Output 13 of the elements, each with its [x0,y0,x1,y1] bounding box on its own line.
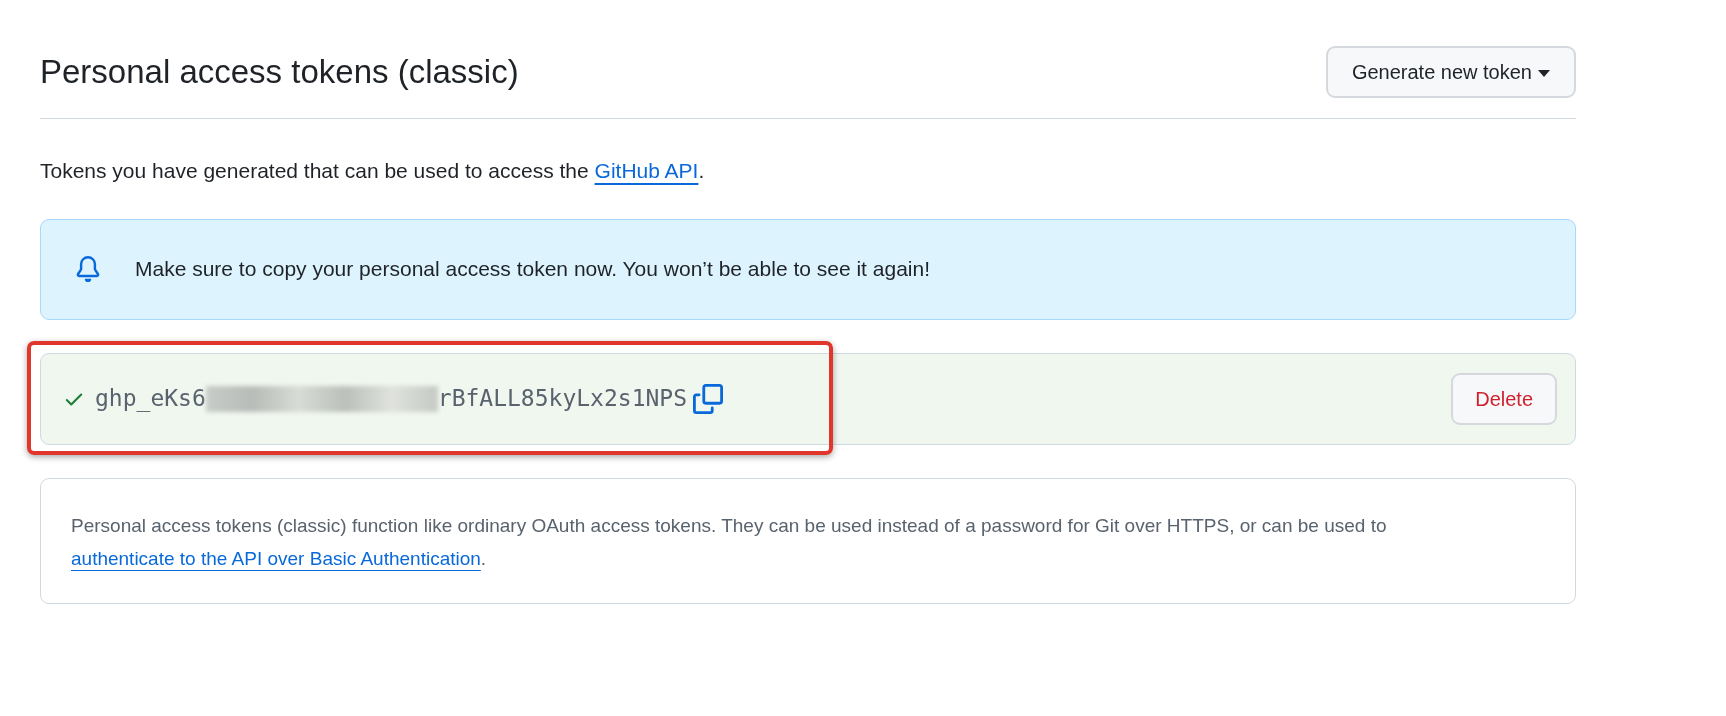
token-text: rBfALL85kyLx2s1NPS [437,384,688,414]
delete-button[interactable]: Delete [1451,372,1557,425]
bell-icon [75,255,101,283]
caret-icon [1538,70,1550,78]
api-link[interactable]: GitHub API [594,159,699,182]
info-text: Personal access tokens (classic) function like ordinary OAuth access tokens. They can be used instead of a password for Git over HTTPS, or can be used to authenticate to the API over Basic Authentication. [40,477,1576,604]
generate-token-button[interactable]: Generate new token [1325,46,1576,98]
copy-icon[interactable] [693,383,724,414]
token-text: ghp_eKs6 [95,384,206,414]
auth-link[interactable]: authenticate to the API over Basic Authentication [71,547,481,569]
intro-text: Tokens you have generated that can be used to access the GitHub API. [40,158,706,184]
page-title: Personal access tokens (classic) [40,52,519,92]
banner-message: Make sure to copy your personal access token now. You won’t be able to see it again! [135,256,930,283]
